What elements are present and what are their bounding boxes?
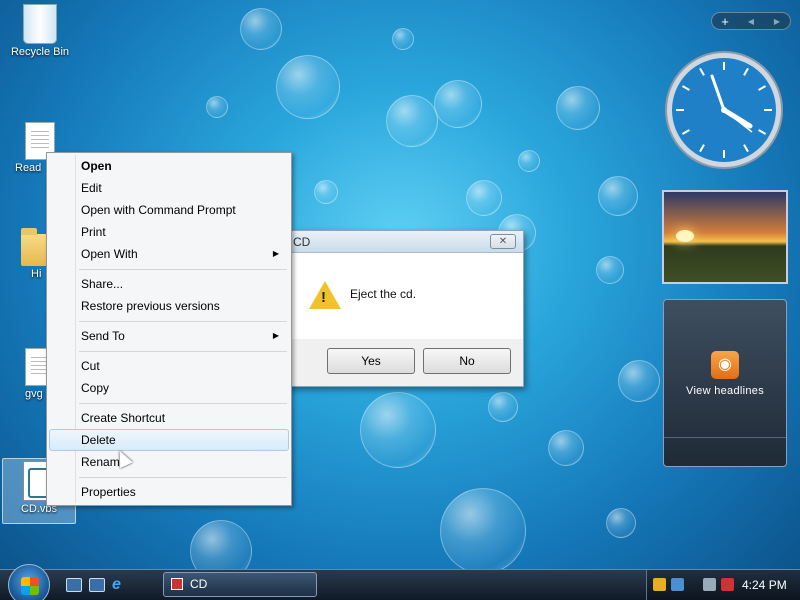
dialog-close-button[interactable]: ✕	[490, 234, 516, 249]
previous-gadget-page-button[interactable]: ◀	[738, 17, 764, 26]
desktop-icon-recycle-bin[interactable]: Recycle Bin	[3, 4, 77, 58]
menu-item-rename[interactable]: Rename	[49, 451, 289, 473]
menu-item-create-shortcut[interactable]: Create Shortcut	[49, 407, 289, 429]
taskbar-button-label: CD	[190, 577, 208, 591]
menu-item-edit[interactable]: Edit	[49, 177, 289, 199]
dialog-body: ! Eject the cd.	[289, 253, 523, 339]
message-dialog: CD ✕ ! Eject the cd. Yes No	[288, 230, 524, 387]
add-gadget-button[interactable]: +	[712, 14, 738, 29]
submenu-arrow-icon: ▶	[272, 331, 279, 340]
menu-item-send-to[interactable]: Send To ▶	[49, 325, 289, 347]
script-app-icon	[171, 578, 183, 590]
feed-headlines-gadget[interactable]: ◉ View headlines	[663, 299, 787, 467]
dialog-message: Eject the cd.	[350, 287, 417, 301]
menu-separator	[79, 477, 287, 478]
menu-item-cut[interactable]: Cut	[49, 355, 289, 377]
dialog-titlebar[interactable]: CD	[289, 231, 523, 253]
menu-item-open[interactable]: Open	[49, 155, 289, 177]
clock-gadget[interactable]	[664, 50, 784, 170]
menu-item-label: Send To	[81, 329, 125, 343]
warning-icon-mark: !	[321, 289, 326, 306]
rss-icon: ◉	[711, 351, 739, 379]
start-button[interactable]	[8, 564, 50, 600]
next-gadget-page-button[interactable]: ▶	[764, 17, 790, 26]
divider	[664, 437, 786, 438]
taskbar-clock[interactable]: 4:24 PM	[742, 578, 787, 592]
view-headlines-link[interactable]: View headlines	[664, 385, 786, 397]
menu-separator	[79, 403, 287, 404]
menu-item-print[interactable]: Print	[49, 221, 289, 243]
switch-windows-icon[interactable]	[89, 578, 105, 592]
menu-item-properties[interactable]: Properties	[49, 481, 289, 503]
slideshow-gadget[interactable]	[662, 190, 788, 284]
taskbar-button-cd[interactable]: CD	[163, 572, 317, 597]
recycle-bin-icon	[23, 4, 57, 44]
yes-button[interactable]: Yes	[327, 348, 415, 374]
no-button[interactable]: No	[423, 348, 511, 374]
menu-item-label: Open With	[81, 247, 138, 261]
menu-separator	[79, 269, 287, 270]
desktop-icon-label: Recycle Bin	[10, 46, 70, 58]
volume-muted-icon[interactable]	[721, 578, 734, 591]
gadget-toolbar: + ◀ ▶	[711, 12, 791, 30]
dialog-title: CD	[293, 234, 311, 249]
menu-item-delete[interactable]: Delete	[49, 429, 289, 451]
internet-explorer-icon[interactable]: e	[112, 576, 121, 594]
menu-item-open-with-command-prompt[interactable]: Open with Command Prompt	[49, 199, 289, 221]
notification-area: 4:24 PM	[646, 570, 800, 600]
security-shield-icon[interactable]	[653, 578, 666, 591]
network-icon[interactable]	[671, 578, 684, 591]
menu-item-restore-previous-versions[interactable]: Restore previous versions	[49, 295, 289, 317]
menu-separator	[79, 321, 287, 322]
show-desktop-icon[interactable]	[66, 578, 82, 592]
display-icon[interactable]	[703, 578, 716, 591]
taskbar: e CD 4:24 PM	[0, 564, 800, 600]
menu-item-share[interactable]: Share...	[49, 273, 289, 295]
menu-separator	[79, 351, 287, 352]
menu-item-open-with[interactable]: Open With ▶	[49, 243, 289, 265]
submenu-arrow-icon: ▶	[272, 249, 279, 258]
sunset-image	[676, 230, 694, 242]
context-menu: Open Edit Open with Command Prompt Print…	[46, 152, 292, 506]
menu-item-copy[interactable]: Copy	[49, 377, 289, 399]
